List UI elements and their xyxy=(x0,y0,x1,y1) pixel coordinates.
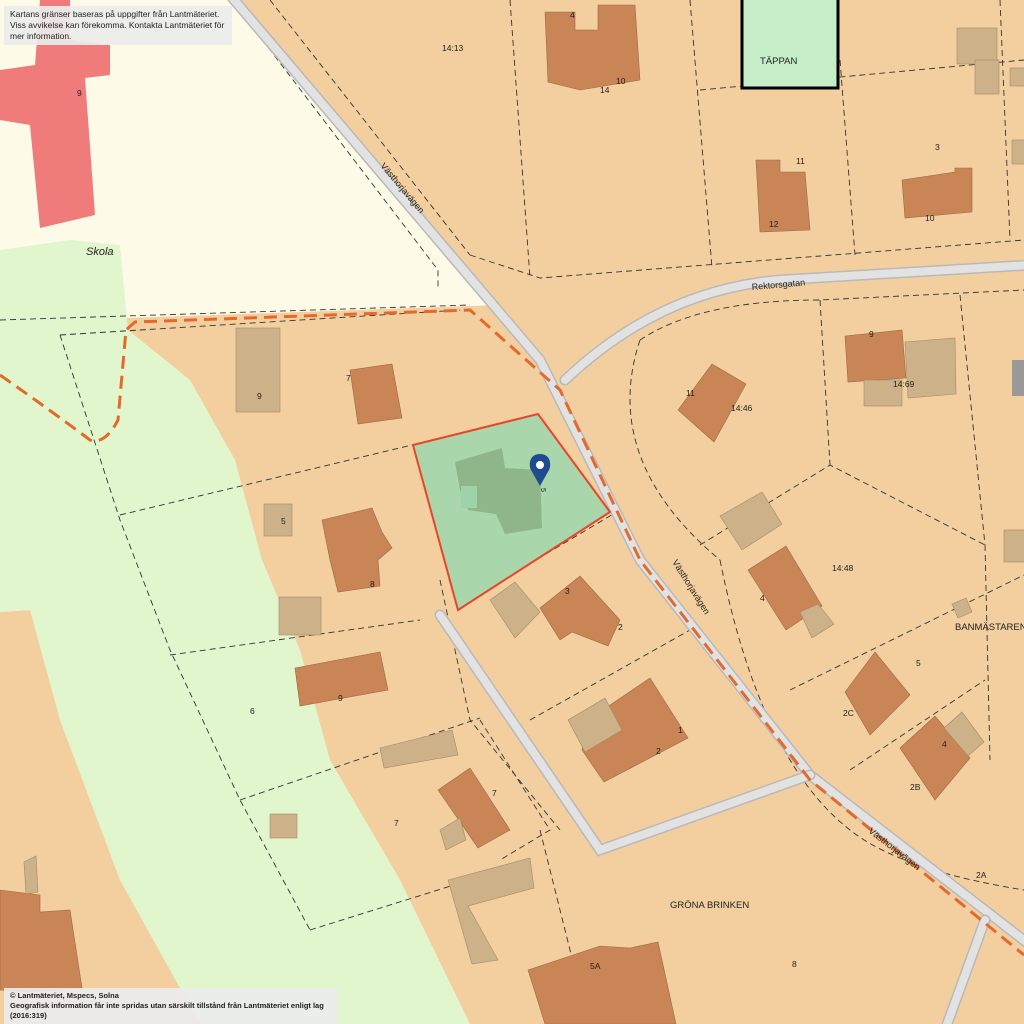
house-number: 2C xyxy=(843,708,854,718)
house-number: 7 xyxy=(492,788,497,798)
house-number: 2B xyxy=(910,782,921,792)
attribution-top-line2: Viss avvikelse kan förekomma. Kontakta L… xyxy=(10,20,225,41)
house-number: 14 xyxy=(600,85,610,95)
house-number: 8 xyxy=(792,959,797,969)
outbuilding[interactable] xyxy=(269,813,298,839)
house-number: 2 xyxy=(618,622,623,632)
building[interactable] xyxy=(844,329,907,383)
house-number: 7 xyxy=(346,373,351,383)
outbuilding[interactable] xyxy=(974,59,1000,95)
house-number: 11 xyxy=(686,388,695,398)
house-number: 9 xyxy=(869,329,874,339)
outbuilding[interactable] xyxy=(956,27,998,65)
place-label-skola: Skola xyxy=(86,246,114,258)
house-number: 4 xyxy=(760,593,765,603)
parcel-label: 14:69 xyxy=(893,379,915,389)
outbuilding[interactable] xyxy=(904,337,957,399)
place-label-tappan: TÄPPAN xyxy=(760,56,797,67)
house-number: 4 xyxy=(570,10,575,20)
outbuilding[interactable] xyxy=(1011,139,1024,165)
house-number: 12 xyxy=(769,219,779,229)
grey-structure xyxy=(1012,360,1024,396)
house-number: 10 xyxy=(925,213,935,223)
house-number: 9 xyxy=(257,391,262,401)
outbuilding[interactable] xyxy=(23,855,39,895)
parcel-label: 14:46 xyxy=(731,403,753,413)
tappan-parcel[interactable] xyxy=(740,0,840,90)
place-label-banmastaren: BANMÄSTAREN xyxy=(955,622,1024,633)
house-number: 4 xyxy=(942,739,947,749)
place-label-grona-brinken: GRÖNA BRINKEN xyxy=(670,900,749,911)
house-number: 3 xyxy=(565,586,570,596)
house-number: 1 xyxy=(678,725,683,735)
house-number: 9 xyxy=(77,88,82,98)
parcel-label: 14:48 xyxy=(832,563,854,573)
attribution-top-line1: Kartans gränser baseras på uppgifter frå… xyxy=(10,9,220,19)
house-number: 8 xyxy=(370,579,375,589)
house-number: 7 xyxy=(394,818,399,828)
selected-parcel-annex xyxy=(461,486,477,508)
outbuilding[interactable] xyxy=(1003,529,1024,563)
house-number: 2A xyxy=(976,870,987,880)
house-number: 5A xyxy=(590,961,601,971)
outbuilding[interactable] xyxy=(263,503,293,537)
outbuilding[interactable] xyxy=(1009,67,1024,87)
attribution-bottom: © Lantmäteriet, Mspecs, Solna Geografisk… xyxy=(4,988,338,1024)
house-number: 11 xyxy=(796,156,805,166)
property-map[interactable]: Skola TÄPPAN BANMÄSTAREN GRÖNA BRINKEN V… xyxy=(0,0,1024,1024)
house-number: 6 xyxy=(250,706,255,716)
attribution-top: Kartans gränser baseras på uppgifter frå… xyxy=(4,6,232,45)
parcel-label: 14:13 xyxy=(442,43,464,53)
house-number: 3 xyxy=(935,142,940,152)
house-number: 5 xyxy=(281,516,286,526)
house-number: 10 xyxy=(616,76,626,86)
attribution-bottom-line2: Geografisk information får inte spridas … xyxy=(10,1001,324,1020)
house-number: 5 xyxy=(539,488,546,492)
map-canvas[interactable]: Skola TÄPPAN BANMÄSTAREN GRÖNA BRINKEN V… xyxy=(0,0,1024,1024)
house-number: 2 xyxy=(656,746,661,756)
outbuilding[interactable] xyxy=(278,596,322,636)
attribution-bottom-line1: © Lantmäteriet, Mspecs, Solna xyxy=(10,991,119,1000)
house-number: 9 xyxy=(338,693,343,703)
house-number: 5 xyxy=(916,658,921,668)
